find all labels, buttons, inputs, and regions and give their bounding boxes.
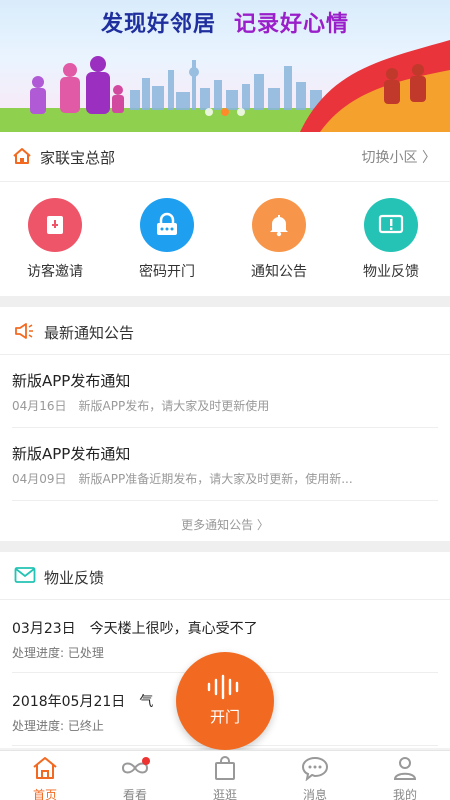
switch-community-link[interactable]: 切换小区 〉 (362, 147, 436, 167)
more-notices-link[interactable]: 更多通知公告 〉 (0, 516, 450, 533)
notices-header: 最新通知公告 (0, 307, 450, 355)
tab-look-label: 看看 (122, 788, 147, 800)
quick-actions: 访客邀请 密码开门 通知公告 物业反馈 (0, 182, 450, 296)
banner-dot (237, 108, 245, 116)
feedback-status: 处理进度: 已处理 (12, 646, 104, 660)
bottom-tab-bar: 首页 看看 逛逛 消息 我的 (0, 750, 450, 800)
shopping-bag-icon (215, 756, 235, 780)
notice-summary: 新版APP发布，请大家及时更新使用 (78, 399, 270, 413)
password-open-button[interactable]: 密码开门 (112, 198, 222, 281)
notification-badge (142, 757, 150, 765)
feedback-status: 处理进度: 已终止 (12, 719, 104, 733)
community-name: 家联宝总部 (40, 149, 116, 167)
visitor-invite-icon (28, 198, 82, 252)
notice-item[interactable]: 新版APP发布通知 04月16日 新版APP发布，请大家及时更新使用 (12, 355, 438, 428)
tab-profile[interactable]: 我的 (360, 755, 450, 800)
user-icon (393, 757, 417, 780)
banner-slogan: 发现好邻居 记录好心情 (0, 6, 450, 38)
feedback-header: 物业反馈 (0, 552, 450, 600)
section-divider (0, 296, 450, 307)
property-feedback-label: 物业反馈 (363, 264, 419, 280)
home-icon (12, 146, 32, 170)
chat-bubble-icon (301, 756, 329, 782)
tab-shop-label: 逛逛 (212, 788, 237, 800)
feedback-date: 03月23日 (12, 621, 76, 637)
promo-banner[interactable]: 发现好邻居 记录好心情 (0, 0, 450, 132)
feedback-text: 2018年05月21日气 (12, 691, 153, 711)
tab-look[interactable]: 看看 (90, 755, 180, 800)
open-door-label: 开门 (209, 708, 240, 726)
notice-item[interactable]: 新版APP发布通知 04月09日 新版APP准备近期发布，请大家及时更新，使用新.… (12, 428, 438, 501)
mail-icon (14, 566, 36, 588)
tab-messages[interactable]: 消息 (270, 755, 360, 800)
feedback-date: 2018年05月21日 (12, 694, 126, 710)
home-screen: 发现好邻居 记录好心情 家联宝总部 切换小区 〉 访客邀请 密码开门 通知公告 … (0, 0, 450, 800)
tab-home[interactable]: 首页 (0, 755, 90, 800)
tab-messages-label: 消息 (302, 788, 327, 800)
notices-title: 最新通知公告 (44, 324, 135, 342)
banner-dot-active (221, 108, 229, 116)
notice-label: 通知公告 (251, 264, 307, 280)
bell-icon (252, 198, 306, 252)
tab-home-label: 首页 (32, 788, 57, 800)
tab-shop[interactable]: 逛逛 (180, 755, 270, 800)
tab-profile-label: 我的 (392, 788, 417, 800)
banner-slogan-right: 记录好心情 (234, 12, 350, 37)
megaphone-icon (14, 321, 36, 345)
password-lock-icon (140, 198, 194, 252)
open-door-button[interactable]: 开门 (176, 652, 274, 750)
banner-dot (205, 108, 213, 116)
notice-date: 04月16日 (12, 399, 67, 413)
notice-button[interactable]: 通知公告 (224, 198, 334, 281)
banner-pagination (0, 101, 450, 120)
feedback-content: 气 (139, 694, 154, 710)
community-bar: 家联宝总部 切换小区 〉 (0, 132, 450, 182)
notices-section: 最新通知公告 新版APP发布通知 04月16日 新版APP发布，请大家及时更新使用… (0, 307, 450, 541)
password-open-label: 密码开门 (139, 264, 195, 280)
notice-meta: 04月09日 新版APP准备近期发布，请大家及时更新，使用新... (12, 470, 438, 487)
notice-title: 新版APP发布通知 (12, 372, 131, 390)
section-divider (0, 541, 450, 552)
notice-meta: 04月16日 新版APP发布，请大家及时更新使用 (12, 397, 438, 414)
sound-wave-icon (176, 674, 274, 704)
visitor-invite-label: 访客邀请 (27, 264, 83, 280)
property-feedback-button[interactable]: 物业反馈 (336, 198, 446, 281)
banner-slogan-left: 发现好邻居 (100, 12, 216, 37)
home-tab-icon (33, 757, 57, 779)
visitor-invite-button[interactable]: 访客邀请 (0, 198, 110, 281)
feedback-content: 今天楼上很吵，真心受不了 (89, 621, 258, 637)
feedback-message-icon (364, 198, 418, 252)
feedback-title: 物业反馈 (44, 569, 105, 587)
notice-summary: 新版APP准备近期发布，请大家及时更新，使用新... (78, 472, 353, 486)
notice-date: 04月09日 (12, 472, 67, 486)
feedback-text: 03月23日 今天楼上很吵，真心受不了 (12, 618, 258, 638)
notice-title: 新版APP发布通知 (12, 445, 131, 463)
